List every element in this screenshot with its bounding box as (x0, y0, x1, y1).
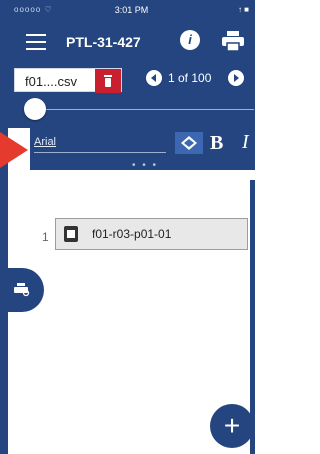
format-toolbar: Arial B I • • • (30, 128, 255, 171)
page-slider-thumb[interactable] (24, 98, 46, 120)
file-name: f01....csv (25, 74, 78, 89)
font-size-underline (140, 152, 156, 153)
page-title: PTL-31-427 (66, 34, 141, 50)
file-controls: f01....csv 1 of 100 (8, 64, 255, 128)
pointer-arrow-icon (0, 132, 28, 168)
document-icon (64, 226, 78, 242)
bold-button[interactable]: B (210, 132, 223, 155)
status-time: 3:01 PM (114, 5, 149, 15)
left-rail (0, 0, 8, 454)
hamburger-icon[interactable] (26, 34, 46, 50)
row-number: 1 (42, 230, 49, 244)
trash-icon[interactable] (95, 69, 121, 93)
status-bar: ooooo ♡ 3:01 PM ↑ ■ (8, 0, 255, 22)
next-page-button[interactable] (228, 70, 244, 86)
right-rail (250, 180, 255, 454)
header-bar: PTL-31-427 i (8, 22, 255, 64)
battery-status: ↑ ■ (237, 5, 249, 14)
add-button[interactable]: + (210, 404, 254, 448)
previous-page-button[interactable] (146, 70, 162, 86)
info-icon[interactable]: i (180, 30, 200, 50)
font-selector[interactable]: Arial (34, 136, 164, 153)
side-print-preview-button[interactable] (0, 268, 44, 312)
page-slider-track[interactable] (34, 109, 254, 110)
page-indicator: 1 of 100 (168, 71, 212, 85)
file-selector[interactable]: f01....csv (14, 68, 122, 93)
printer-icon[interactable] (222, 31, 244, 51)
printer-search-icon (14, 283, 30, 297)
italic-button[interactable]: I (242, 131, 249, 154)
list-item[interactable]: f01-r03-p01-01 (55, 218, 248, 250)
item-label: f01-r03-p01-01 (92, 227, 172, 241)
resize-icon[interactable] (175, 132, 203, 154)
